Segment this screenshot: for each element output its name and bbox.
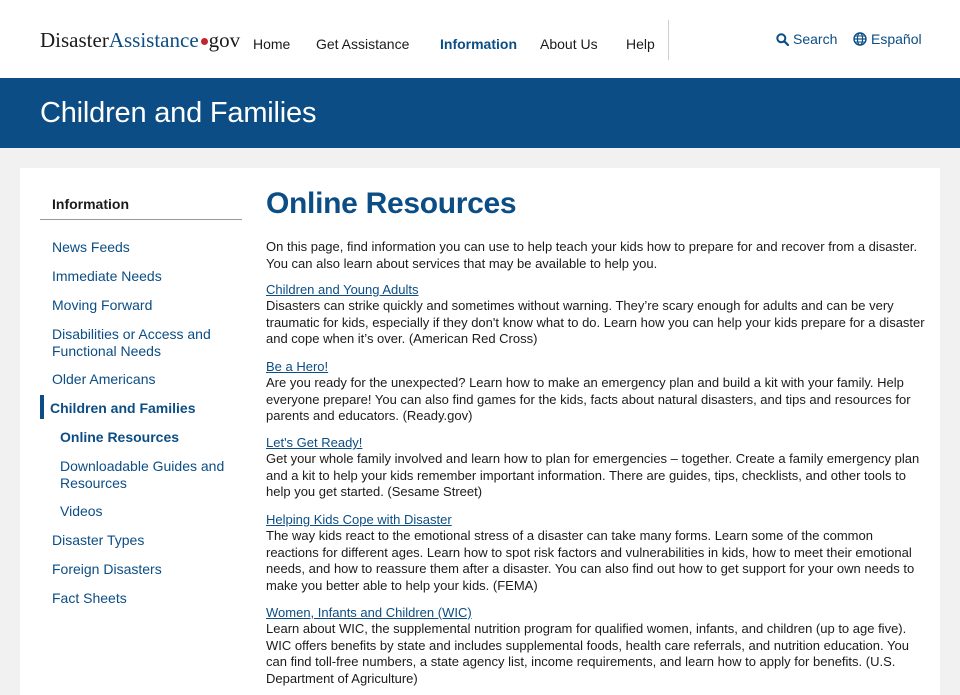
logo-dot bbox=[200, 37, 208, 45]
logo-text-gov: gov bbox=[208, 28, 241, 52]
search-icon bbox=[776, 32, 789, 46]
search-link[interactable]: Search bbox=[776, 31, 837, 47]
sidebar-divider bbox=[40, 219, 242, 220]
site-header: DisasterAssistance gov Home Get Assistanc… bbox=[0, 0, 960, 78]
resource-link-be-a-hero[interactable]: Be a Hero! bbox=[266, 359, 328, 374]
sidebar-item-immediate-needs[interactable]: Immediate Needs bbox=[52, 268, 162, 285]
nav-home[interactable]: Home bbox=[253, 36, 290, 52]
sidebar-item-online-resources[interactable]: Online Resources bbox=[60, 429, 179, 446]
search-label: Search bbox=[793, 31, 838, 47]
resource-link-helping-kids-cope[interactable]: Helping Kids Cope with Disaster bbox=[266, 512, 452, 527]
sidebar-item-disaster-types[interactable]: Disaster Types bbox=[52, 532, 144, 549]
sidebar-item-fact-sheets[interactable]: Fact Sheets bbox=[52, 590, 127, 607]
resource-link-lets-get-ready[interactable]: Let's Get Ready! bbox=[266, 435, 362, 450]
sidebar-item-videos[interactable]: Videos bbox=[60, 503, 103, 520]
nav-divider bbox=[668, 20, 669, 60]
nav-information[interactable]: Information bbox=[440, 36, 517, 52]
resource-desc: The way kids react to the emotional stre… bbox=[266, 528, 915, 593]
language-label: Español bbox=[871, 31, 922, 47]
resource-desc: Learn about WIC, the supplemental nutrit… bbox=[266, 621, 909, 686]
sidebar-title: Information bbox=[52, 196, 129, 212]
sidebar-item-downloadable-guides[interactable]: Downloadable Guides and Resources bbox=[60, 458, 235, 492]
active-section-marker bbox=[40, 395, 44, 419]
logo-text-assistance: Assistance bbox=[108, 28, 199, 52]
logo-text-disaster: Disaster bbox=[40, 28, 109, 52]
sidebar-item-foreign-disasters[interactable]: Foreign Disasters bbox=[52, 561, 162, 578]
page-title: Online Resources bbox=[266, 187, 517, 220]
page-banner: Children and Families bbox=[0, 78, 960, 148]
nav-get-assistance[interactable]: Get Assistance bbox=[316, 36, 409, 52]
resource-desc: Are you ready for the unexpected? Learn … bbox=[266, 375, 911, 423]
globe-icon bbox=[853, 32, 867, 46]
sidebar-item-disabilities[interactable]: Disabilities or Access and Functional Ne… bbox=[52, 326, 227, 360]
site-logo[interactable]: DisasterAssistance gov bbox=[40, 28, 240, 53]
nav-about-us[interactable]: About Us bbox=[540, 36, 598, 52]
sidebar-item-moving-forward[interactable]: Moving Forward bbox=[52, 297, 152, 314]
resource-desc: Disasters can strike quickly and sometim… bbox=[266, 298, 925, 346]
banner-title: Children and Families bbox=[40, 97, 317, 129]
resource-link-wic[interactable]: Women, Infants and Children (WIC) bbox=[266, 605, 472, 620]
sidebar-item-children-and-families[interactable]: Children and Families bbox=[50, 400, 195, 417]
language-link[interactable]: Español bbox=[853, 31, 922, 47]
nav-help[interactable]: Help bbox=[626, 36, 655, 52]
intro-text: On this page, find information you can u… bbox=[266, 239, 918, 271]
sidebar-item-news-feeds[interactable]: News Feeds bbox=[52, 239, 130, 256]
resource-desc: Get your whole family involved and learn… bbox=[266, 451, 920, 499]
resource-link-children-young-adults[interactable]: Children and Young Adults bbox=[266, 282, 419, 297]
sidebar-item-older-americans[interactable]: Older Americans bbox=[52, 371, 155, 388]
